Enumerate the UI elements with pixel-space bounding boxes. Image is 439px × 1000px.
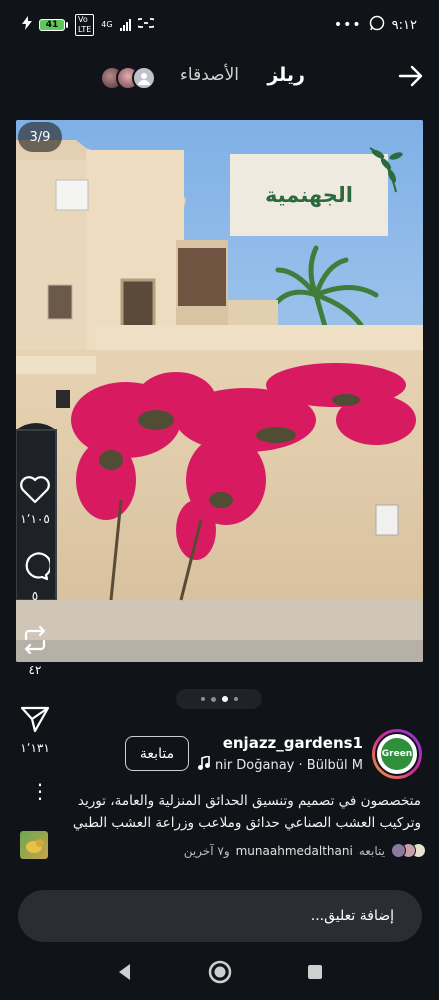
status-right: ••• ٩:١٢ [334, 15, 417, 35]
music-info[interactable]: nir Doğanay · Bülbül M [197, 754, 363, 774]
back-icon[interactable] [116, 963, 134, 985]
comment-count: ٥ [31, 589, 39, 603]
friends-avatars[interactable] [100, 66, 156, 90]
more-icon[interactable]: ⋮ [30, 781, 50, 801]
charging-icon [22, 16, 32, 34]
home-icon[interactable] [208, 960, 232, 988]
caption-line-1: متخصصون في تصميم وتنسيق الحدائق المنزلية… [77, 793, 421, 809]
share-count: ١٬١٣١ [20, 741, 50, 755]
status-bar: 41 Vo LTE 4G ••• ٩:١٢ [0, 0, 439, 50]
signal-icon [119, 19, 131, 31]
leaf-icon [366, 142, 406, 201]
follower-avatars [391, 843, 426, 858]
carousel-dots [176, 689, 262, 709]
header: الأصدقاء ريلز [0, 56, 439, 100]
arrow-right-icon[interactable] [397, 62, 425, 90]
overlay-title: الجهنمية [230, 147, 403, 236]
followed-by[interactable]: يتابعه munaahmedalthani و٧ آخرين [183, 843, 426, 858]
battery-level: 41 [39, 19, 65, 31]
more-dots-icon: ••• [333, 17, 362, 33]
author-avatar[interactable]: Green [372, 729, 422, 779]
comment-placeholder: إضافة تعليق... [310, 908, 394, 924]
tab-reels[interactable]: ريلز [267, 64, 305, 86]
slide-counter: 3/9 [18, 122, 62, 152]
like-count: ١٬١٠٥ [20, 512, 50, 526]
comment-action[interactable]: ٥ [16, 551, 54, 603]
music-title: nir Doğanay · Bülbül M [214, 757, 363, 773]
recents-icon[interactable] [306, 963, 324, 985]
volte-badge: Vo LTE [75, 14, 95, 36]
carousel-dot [210, 696, 216, 702]
comment-input[interactable]: إضافة تعليق... [18, 890, 422, 942]
whatsapp-icon [369, 15, 385, 35]
profile-placeholder-icon [132, 66, 156, 90]
author-username[interactable]: enjazz_gardens1 [223, 734, 363, 752]
repost-icon[interactable] [20, 625, 50, 659]
followed-by-suffix: و٧ آخرين [183, 843, 230, 858]
repost-action[interactable]: ٤٢ [16, 625, 54, 677]
share-icon[interactable] [20, 705, 50, 737]
carousel-dot [200, 697, 205, 701]
like-action[interactable]: ١٬١٠٥ [16, 476, 54, 526]
system-nav-bar [0, 948, 439, 1000]
share-action[interactable]: ١٬١٣١ [16, 705, 54, 755]
battery-icon: 41 [39, 19, 68, 31]
tab-friends[interactable]: الأصدقاء [180, 65, 239, 85]
status-time: ٩:١٢ [391, 17, 417, 33]
repost-count: ٤٢ [28, 663, 42, 677]
heart-icon[interactable] [20, 476, 50, 508]
overlay-title-text: الجهنمية [264, 183, 354, 207]
carousel-dot-active [221, 696, 228, 702]
followed-by-name: munaahmedalthani [235, 843, 353, 858]
follow-button[interactable]: متابعة [125, 736, 189, 771]
audio-thumbnail[interactable] [20, 831, 48, 859]
network-type: 4G [101, 20, 113, 29]
author-logo: Green [381, 738, 413, 770]
followed-by-prefix: يتابعه [358, 843, 385, 858]
carousel-dot [233, 697, 238, 701]
comment-icon[interactable] [20, 551, 52, 585]
music-note-icon [197, 754, 210, 774]
status-left: 41 Vo LTE 4G [22, 14, 157, 36]
link-icon [134, 17, 157, 33]
